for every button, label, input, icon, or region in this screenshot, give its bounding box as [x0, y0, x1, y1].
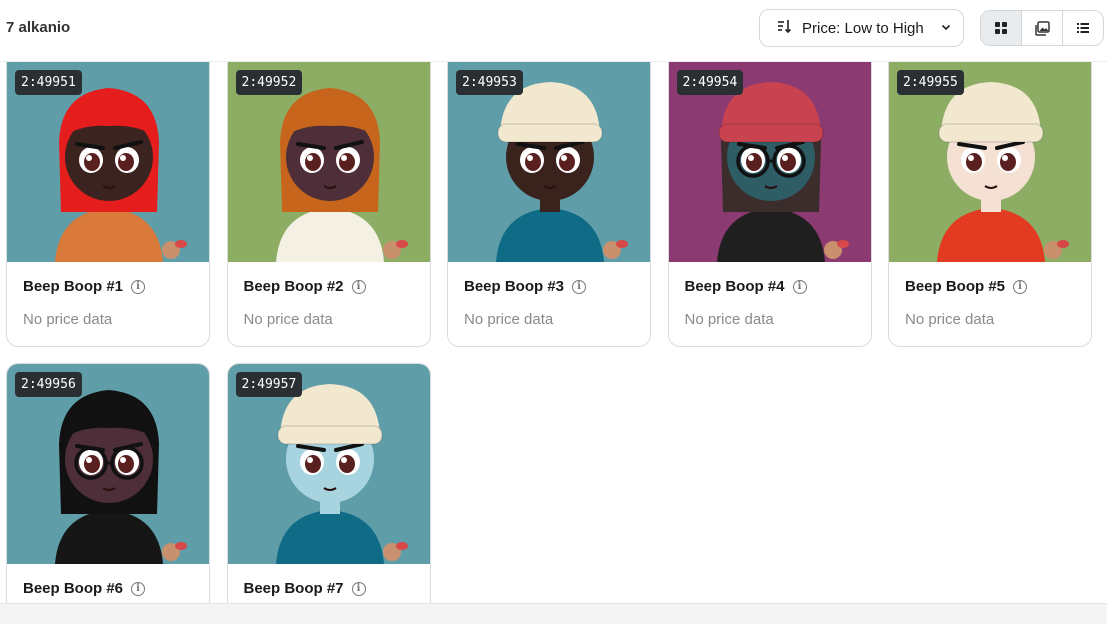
list-view-button[interactable]: [1063, 11, 1103, 45]
image-view-button[interactable]: [1022, 11, 1063, 45]
info-icon[interactable]: i: [131, 581, 146, 596]
grid-icon: [995, 22, 1007, 34]
nft-thumbnail[interactable]: 2:49953: [448, 62, 650, 262]
sort-icon: [776, 18, 792, 38]
sort-label: Price: Low to High: [802, 19, 924, 37]
card-body: Beep Boop #4 i No price data: [669, 262, 871, 328]
price-label: No price data: [684, 311, 774, 328]
nft-card[interactable]: 2:49951 Beep Boop #1 i No price data: [6, 62, 210, 347]
info-icon[interactable]: i: [351, 581, 366, 596]
nft-name: Beep Boop #1: [23, 278, 124, 295]
nft-card[interactable]: 2:49953 Beep Boop #3 i No price data: [447, 62, 651, 347]
token-id-badge: 2:49951: [15, 70, 82, 95]
name-row: Beep Boop #2 i: [244, 278, 414, 295]
nft-name: Beep Boop #2: [243, 278, 344, 295]
nft-thumbnail[interactable]: 2:49955: [889, 62, 1091, 262]
name-row: Beep Boop #5 i: [905, 278, 1075, 295]
token-id-badge: 2:49957: [235, 372, 303, 397]
name-row: Beep Boop #1 i: [23, 278, 193, 295]
nft-name: Beep Boop #5: [905, 278, 1006, 295]
nft-card[interactable]: 2:49955 Beep Boop #5 i No price data: [888, 62, 1092, 347]
nft-card[interactable]: 2:49957Beep Boop #7iNo price data: [226, 363, 431, 624]
token-id-badge: 2:49953: [456, 70, 523, 95]
item-count: 7 alkanio: [6, 19, 71, 36]
nft-thumbnail[interactable]: 2:49951: [7, 62, 209, 262]
grid-view-button[interactable]: [981, 11, 1022, 45]
info-icon[interactable]: i: [131, 279, 146, 294]
card-body: Beep Boop #5 i No price data: [889, 262, 1091, 328]
name-row: Beep Boop #6 i: [23, 580, 193, 597]
info-icon[interactable]: i: [792, 279, 807, 294]
info-icon[interactable]: i: [572, 279, 587, 294]
name-row: Beep Boop #7 i: [244, 580, 414, 597]
view-toggle: [980, 10, 1104, 46]
nft-thumbnail[interactable]: 2:49957: [227, 364, 430, 564]
price-label: No price data: [243, 311, 333, 328]
name-row: Beep Boop #4 i: [685, 278, 855, 295]
info-icon[interactable]: i: [351, 279, 366, 294]
nft-thumbnail[interactable]: 2:49952: [227, 62, 430, 262]
chevron-down-icon: [940, 20, 952, 37]
images-icon: [1034, 20, 1050, 36]
name-row: Beep Boop #3 i: [464, 278, 634, 295]
price-label: No price data: [905, 311, 995, 328]
token-id-badge: 2:49952: [235, 70, 303, 95]
nft-card[interactable]: 2:49954 Beep Boop #4 i No price data: [667, 62, 872, 347]
nft-name: Beep Boop #3: [464, 278, 565, 295]
token-id-badge: 2:49955: [897, 70, 964, 95]
nft-thumbnail[interactable]: 2:49956: [7, 364, 209, 564]
nft-name: Beep Boop #4: [684, 278, 785, 295]
list-icon: [1077, 23, 1089, 33]
nft-grid: 2:49951 Beep Boop #1 i No price data 2:49952…: [6, 62, 1098, 624]
nft-name: Beep Boop #7: [243, 580, 344, 597]
token-id-badge: 2:49956: [15, 372, 82, 397]
sort-dropdown[interactable]: Price: Low to High: [759, 9, 964, 47]
card-body: Beep Boop #1 i No price data: [7, 262, 209, 328]
nft-thumbnail[interactable]: 2:49954: [668, 62, 871, 262]
nft-card[interactable]: 2:49952 Beep Boop #2 i No price data: [226, 62, 431, 347]
card-body: Beep Boop #3 i No price data: [448, 262, 650, 328]
nft-name: Beep Boop #6: [23, 580, 124, 597]
card-body: Beep Boop #2 i No price data: [228, 262, 430, 328]
nft-card[interactable]: 2:49956Beep Boop #6iNo price data: [6, 363, 210, 624]
token-id-badge: 2:49954: [676, 70, 744, 95]
bottom-bar: [0, 603, 1107, 624]
info-icon[interactable]: i: [1013, 279, 1028, 294]
price-label: No price data: [464, 311, 554, 328]
toolbar: 7 alkanio Price: Low to High: [0, 0, 1107, 62]
price-label: No price data: [23, 311, 113, 328]
